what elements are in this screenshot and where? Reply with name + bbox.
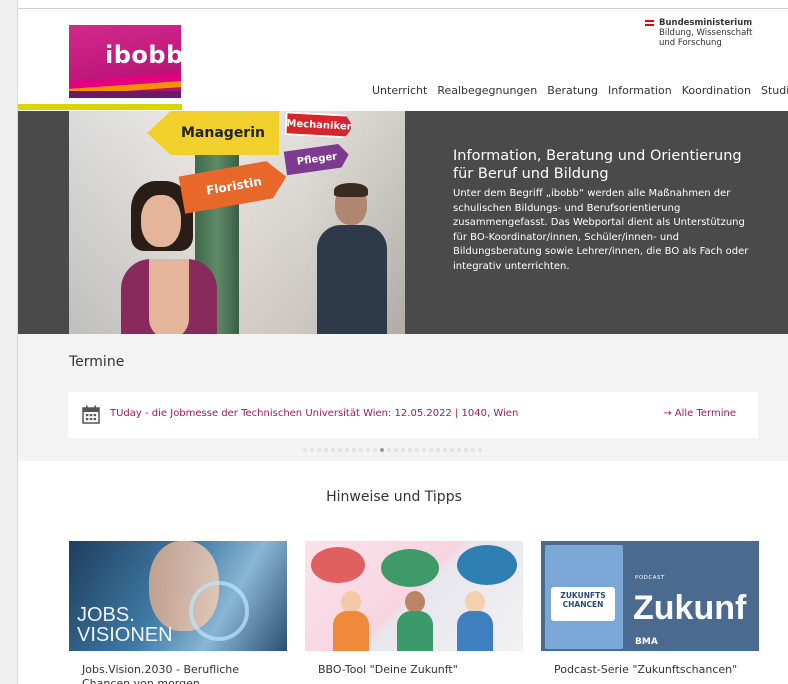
person-body	[457, 611, 493, 651]
carousel-dot[interactable]	[457, 448, 461, 452]
ministry-line-3: und Forschung	[659, 38, 722, 48]
austrian-flag-icon	[645, 20, 654, 26]
hinweise-heading: Hinweise und Tipps	[326, 489, 462, 505]
person-body	[333, 611, 369, 651]
carousel-dot[interactable]	[345, 448, 349, 452]
carousel-dot[interactable]	[401, 448, 405, 452]
tip-card-bbo-tool[interactable]: BBO-Tool "Deine Zukunft"	[305, 541, 523, 684]
card-image	[305, 541, 523, 651]
person-head	[465, 591, 485, 613]
carousel-dot[interactable]	[303, 448, 307, 452]
event-link[interactable]: TUday - die Jobmesse der Technischen Uni…	[110, 408, 518, 419]
card-caption[interactable]: Jobs.Vision.2030 - Berufliche Chancen vo…	[82, 663, 282, 684]
carousel-dot[interactable]	[352, 448, 356, 452]
logo-accent-bar	[18, 104, 182, 110]
left-gutter	[0, 0, 18, 684]
carousel-dot[interactable]	[380, 448, 384, 452]
carousel-dot[interactable]	[366, 448, 370, 452]
nav-beratung[interactable]: Beratung	[547, 84, 598, 97]
nav-unterricht[interactable]: Unterricht	[372, 84, 427, 97]
sign-mechaniker: Mechaniker	[284, 111, 353, 139]
carousel-dot[interactable]	[373, 448, 377, 452]
carousel-dot[interactable]	[317, 448, 321, 452]
carousel-dot[interactable]	[324, 448, 328, 452]
logo-text: ibobb	[105, 41, 181, 69]
nav-studien[interactable]: Studien	[761, 84, 788, 97]
carousel-dot[interactable]	[464, 448, 468, 452]
carousel-dot[interactable]	[359, 448, 363, 452]
carousel-dot[interactable]	[429, 448, 433, 452]
hero-banner: Managerin Mechaniker Pfleger Floristin I…	[18, 111, 788, 334]
nav-information[interactable]: Information	[608, 84, 672, 97]
podcast-cover-title: ZUKUNFTS CHANCEN	[551, 587, 615, 621]
ministry-line-1: Bundesministerium	[659, 18, 753, 28]
carousel-dot[interactable]	[331, 448, 335, 452]
termine-section: Termine TUday - die Jobmesse der Technis…	[18, 334, 788, 461]
person-head	[341, 591, 361, 613]
podcast-label: PODCAST	[635, 575, 665, 581]
carousel-dot[interactable]	[387, 448, 391, 452]
logo-stripe	[69, 91, 181, 98]
carousel-dot[interactable]	[310, 448, 314, 452]
card-caption[interactable]: BBO-Tool "Deine Zukunft"	[318, 663, 518, 677]
main-nav: Unterricht Realbegegnungen Beratung Info…	[372, 84, 788, 97]
woman-neck	[149, 259, 189, 334]
podcast-big-text: Zukunf	[633, 589, 747, 627]
thought-bubble	[381, 549, 439, 587]
carousel-dot[interactable]	[394, 448, 398, 452]
ibobb-logo[interactable]: ibobb	[69, 25, 181, 98]
card-image: ZUKUNFTS CHANCEN PODCAST Zukunf BMA	[541, 541, 759, 651]
carousel-dot[interactable]	[436, 448, 440, 452]
nav-realbegegnungen[interactable]: Realbegegnungen	[437, 84, 537, 97]
image-ring	[189, 581, 249, 641]
tip-card-podcast[interactable]: ZUKUNFTS CHANCEN PODCAST Zukunf BMA Podc…	[541, 541, 759, 684]
card-image: JOBS. VISIONEN	[69, 541, 287, 651]
podcast-cover: ZUKUNFTS CHANCEN	[545, 545, 623, 649]
carousel-dot[interactable]	[471, 448, 475, 452]
carousel-dots[interactable]	[303, 448, 482, 452]
carousel-dot[interactable]	[478, 448, 482, 452]
illustration-person	[397, 591, 433, 651]
carousel-dot[interactable]	[408, 448, 412, 452]
person-body	[397, 611, 433, 651]
calendar-icon	[82, 405, 100, 424]
illustration-person	[333, 591, 369, 651]
man-torso	[317, 225, 387, 334]
carousel-dot[interactable]	[422, 448, 426, 452]
bma-label: BMA	[635, 637, 658, 647]
carousel-dot[interactable]	[443, 448, 447, 452]
page: ibobb Bundesministerium Bildung, Wissens…	[0, 0, 788, 684]
event-card[interactable]: TUday - die Jobmesse der Technischen Uni…	[68, 392, 758, 438]
hero-description: Unter dem Begriff „ibobb“ werden alle Ma…	[453, 188, 749, 272]
hero-image: Managerin Mechaniker Pfleger Floristin	[69, 111, 405, 334]
woman-face	[141, 195, 181, 247]
carousel-dot[interactable]	[415, 448, 419, 452]
all-events-link[interactable]: → Alle Termine	[663, 408, 736, 419]
ministry-logo[interactable]: Bundesministerium Bildung, Wissenschaft …	[645, 18, 765, 48]
nav-koordination[interactable]: Koordination	[682, 84, 751, 97]
man-hair	[334, 183, 368, 197]
sign-managerin: Managerin	[147, 111, 279, 155]
image-text: JOBS. VISIONEN	[77, 604, 173, 646]
thought-bubble	[311, 547, 365, 583]
thought-bubble	[457, 545, 517, 585]
termine-heading: Termine	[69, 354, 125, 370]
carousel-dot[interactable]	[450, 448, 454, 452]
carousel-dot[interactable]	[338, 448, 342, 452]
hero-title: Information, Beratung und Orientierung f…	[453, 148, 742, 182]
illustration-person	[457, 591, 493, 651]
person-head	[405, 591, 425, 613]
hero-man	[317, 183, 387, 334]
tip-card-jobs-vision[interactable]: JOBS. VISIONEN Jobs.Vision.2030 - Berufl…	[69, 541, 287, 684]
ministry-line-2: Bildung, Wissenschaft	[659, 28, 753, 38]
top-divider	[18, 8, 788, 9]
card-caption[interactable]: Podcast-Serie "Zukunftschancen"	[554, 663, 754, 677]
